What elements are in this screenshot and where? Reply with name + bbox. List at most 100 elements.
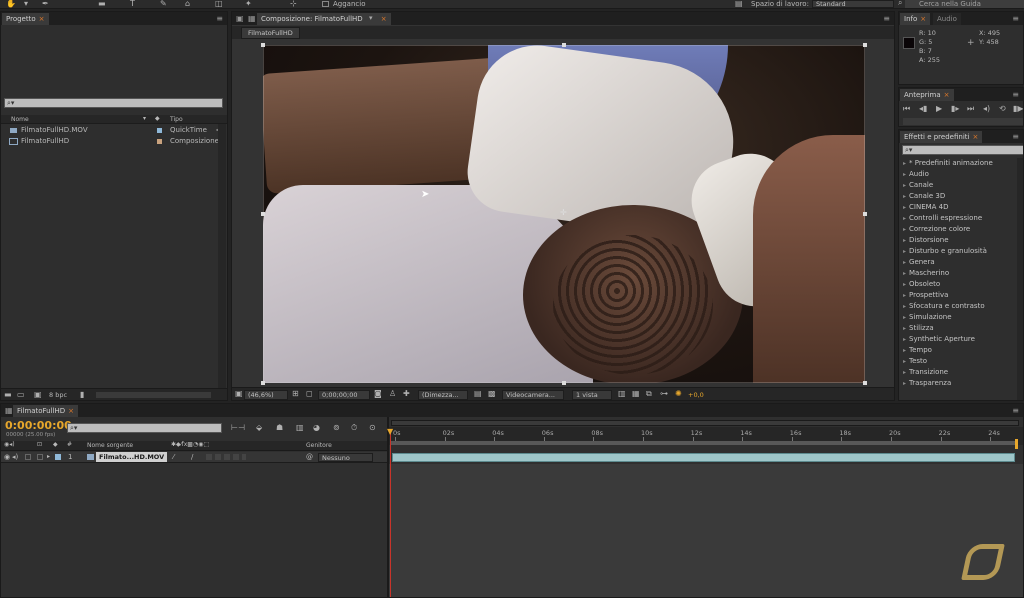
- effects-category[interactable]: ▸ Stilizza: [903, 323, 934, 334]
- panel-menu-icon[interactable]: ≡: [216, 14, 223, 23]
- tab-preview[interactable]: Anteprima ×: [900, 89, 954, 101]
- effects-category[interactable]: ▸ Correzione colore: [903, 224, 970, 235]
- next-frame-icon[interactable]: ▮▸: [951, 104, 959, 114]
- expand-arrow-icon[interactable]: ▸: [903, 270, 906, 277]
- expand-arrow-icon[interactable]: ▸: [903, 358, 906, 365]
- playhead-handle-icon[interactable]: ▼: [387, 427, 393, 436]
- handle-mid-left[interactable]: [261, 212, 265, 216]
- reset-exposure-icon[interactable]: ✺: [675, 389, 682, 399]
- current-time-display[interactable]: 0;00;00;00: [318, 390, 370, 400]
- effects-category[interactable]: ▸ Tempo: [903, 345, 932, 356]
- flowchart-icon[interactable]: ⊶: [660, 389, 668, 399]
- channel-icon[interactable]: ✚: [403, 389, 410, 399]
- mask-visibility-icon[interactable]: ◻: [306, 389, 313, 399]
- expand-arrow-icon[interactable]: ▸: [903, 380, 906, 387]
- effects-category[interactable]: ▸ Controlli espressione: [903, 213, 982, 224]
- bit-depth-label[interactable]: 8 bpc: [49, 391, 67, 399]
- tab-project[interactable]: Progetto ×: [2, 13, 49, 25]
- panel-menu-icon[interactable]: ≡: [883, 14, 890, 23]
- effects-category[interactable]: ▸ Genera: [903, 257, 935, 268]
- dropdown-arrow-icon[interactable]: ▾: [369, 14, 373, 22]
- close-icon[interactable]: ×: [944, 91, 950, 99]
- composition-breadcrumb[interactable]: FilmatoFullHD: [241, 27, 300, 39]
- expand-arrow-icon[interactable]: ▸: [903, 226, 906, 233]
- trash-icon[interactable]: ▬: [4, 390, 12, 400]
- play-icon[interactable]: ▶: [936, 104, 942, 114]
- shape-tool-icon[interactable]: ▬: [98, 0, 106, 9]
- layer-duration-bar[interactable]: [392, 453, 1015, 462]
- new-composition-icon[interactable]: ▣: [34, 390, 42, 400]
- expand-arrow-icon[interactable]: ▸: [903, 314, 906, 321]
- preview-options-bar[interactable]: [903, 118, 1023, 125]
- tab-info[interactable]: Info ×: [900, 13, 931, 25]
- expand-arrow-icon[interactable]: ▸: [903, 303, 906, 310]
- toggle-pixel-aspect-icon[interactable]: ▥: [618, 389, 626, 399]
- effects-category[interactable]: ▸ Audio: [903, 169, 929, 180]
- project-scrollbar[interactable]: [218, 124, 226, 388]
- always-preview-icon[interactable]: ▣: [235, 389, 243, 399]
- lock-icon[interactable]: ▣: [236, 14, 244, 23]
- transparency-grid-icon[interactable]: ▩: [488, 389, 496, 399]
- effects-category[interactable]: ▸ Simulazione: [903, 312, 952, 323]
- handle-top-right[interactable]: [863, 43, 867, 47]
- handle-top-center[interactable]: [562, 43, 566, 47]
- expand-arrow-icon[interactable]: ▸: [903, 259, 906, 266]
- safe-margins-icon[interactable]: ⊞: [292, 389, 299, 399]
- workspace-select[interactable]: Standard: [812, 0, 894, 8]
- expand-arrow-icon[interactable]: ▸: [903, 193, 906, 200]
- work-area-bar[interactable]: [391, 441, 1017, 445]
- expand-arrow-icon[interactable]: ▸: [903, 325, 906, 332]
- effects-category[interactable]: ▸ Obsoleto: [903, 279, 940, 290]
- expand-arrow-icon[interactable]: ▸: [903, 281, 906, 288]
- handle-top-left[interactable]: [261, 43, 265, 47]
- expand-arrow-icon[interactable]: ▸: [903, 237, 906, 244]
- column-name[interactable]: Nome: [11, 116, 29, 123]
- previous-frame-icon[interactable]: ◂▮: [919, 104, 927, 114]
- camera-view-select[interactable]: Videocamera...: [502, 390, 564, 400]
- close-icon[interactable]: ×: [972, 133, 978, 141]
- zoom-select[interactable]: (46,6%): [244, 390, 288, 400]
- stamp-tool-icon[interactable]: ⌂: [185, 0, 190, 9]
- effects-category[interactable]: ▸ Synthetic Aperture: [903, 334, 975, 345]
- effects-category[interactable]: ▸ CINEMA 4D: [903, 202, 949, 213]
- expand-arrow-icon[interactable]: ▸: [903, 369, 906, 376]
- handle-bottom-left[interactable]: [261, 381, 265, 385]
- effects-category[interactable]: ▸ Prospettiva: [903, 290, 948, 301]
- ram-preview-icon[interactable]: ▮▶: [1013, 104, 1023, 114]
- fast-previews-icon[interactable]: ▦: [632, 389, 640, 399]
- project-search-input[interactable]: ⌕▾: [4, 98, 223, 108]
- close-icon[interactable]: ×: [381, 15, 387, 23]
- help-search-input[interactable]: Cerca nella Guida: [905, 0, 1024, 8]
- panel-menu-icon[interactable]: ≡: [1012, 132, 1019, 141]
- effects-scrollbar[interactable]: [1017, 158, 1023, 400]
- exposure-value[interactable]: +0,0: [688, 391, 704, 399]
- snapshot-icon[interactable]: ◙: [374, 389, 382, 399]
- last-frame-icon[interactable]: ⏭: [967, 104, 974, 114]
- close-icon[interactable]: ×: [920, 15, 926, 23]
- tab-composition[interactable]: Composizione: FilmatoFullHD ▾ ×: [257, 13, 391, 25]
- hand-tool-icon[interactable]: ✋: [6, 0, 16, 9]
- expand-arrow-icon[interactable]: ▸: [903, 248, 906, 255]
- handle-mid-right[interactable]: [863, 212, 867, 216]
- panel-menu-icon[interactable]: ≡: [1012, 14, 1019, 23]
- column-type[interactable]: Tipo: [170, 116, 183, 123]
- eraser-tool-icon[interactable]: ◫: [215, 0, 223, 9]
- expand-arrow-icon[interactable]: ▸: [903, 215, 906, 222]
- footer-scrollbar[interactable]: [96, 392, 211, 398]
- list-item[interactable]: FilmatoFullHD Composizione: [1, 136, 227, 147]
- effects-category[interactable]: ▸ Mascherino: [903, 268, 949, 279]
- snap-checkbox[interactable]: [322, 1, 329, 7]
- resolution-select[interactable]: (Dimezza...: [418, 390, 468, 400]
- effects-category[interactable]: ▸ * Predefiniti animazione: [903, 158, 993, 169]
- effects-category[interactable]: ▸ Testo: [903, 356, 927, 367]
- expand-arrow-icon[interactable]: ▸: [903, 171, 906, 178]
- expand-arrow-icon[interactable]: ▸: [903, 292, 906, 299]
- effects-category[interactable]: ▸ Trasparenza: [903, 378, 951, 389]
- pen-tool-icon[interactable]: ✒: [42, 0, 49, 9]
- selection-tool-icon[interactable]: ▾: [24, 0, 28, 9]
- mute-audio-icon[interactable]: ◂): [983, 104, 990, 114]
- timeline-icon[interactable]: ⧉: [646, 389, 652, 399]
- folder-icon[interactable]: ▭: [17, 390, 25, 400]
- workspace-menu-icon[interactable]: ▤: [735, 0, 743, 9]
- expand-arrow-icon[interactable]: ▸: [903, 336, 906, 343]
